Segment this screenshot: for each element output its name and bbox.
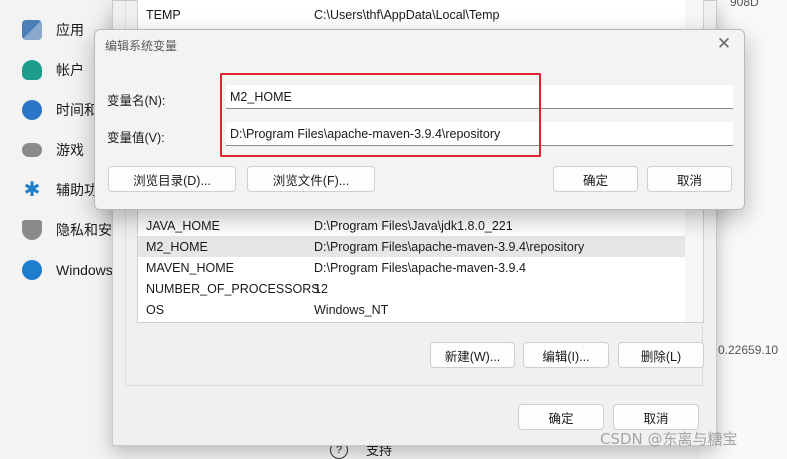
edit-variable-button[interactable]: 编辑(I)...	[523, 342, 609, 368]
accessibility-icon: ✱	[23, 179, 41, 201]
sidebar-item-windows-update[interactable]: Windows	[22, 258, 113, 282]
shield-icon	[22, 220, 42, 240]
sidebar-item-label: Windows	[56, 262, 113, 278]
variable-name: OS	[146, 302, 165, 317]
variable-value: 12	[314, 281, 328, 296]
sidebar-item-label: 时间和	[56, 102, 98, 118]
edit-system-variable-dialog: 编辑系统变量 ✕ 变量名(N): 变量值(V): 浏览目录(D)... 浏览文件…	[94, 29, 745, 210]
account-icon	[22, 60, 42, 80]
variable-value: Windows_NT	[314, 302, 389, 317]
sidebar-item-label: 帐户	[56, 62, 84, 78]
table-row-selected[interactable]: M2_HOME D:\Program Files\apache-maven-3.…	[138, 236, 686, 257]
sidebar-item-accounts[interactable]: 帐户	[22, 58, 84, 82]
variable-name: NUMBER_OF_PROCESSORS	[146, 281, 320, 296]
apps-icon	[22, 20, 42, 40]
variable-name: MAVEN_HOME	[146, 260, 234, 275]
sidebar-item-label: 游戏	[56, 142, 84, 158]
browse-directory-button[interactable]: 浏览目录(D)...	[108, 166, 236, 192]
sidebar-item-accessibility[interactable]: ✱ 辅助功	[22, 178, 98, 202]
sidebar-item-label: 应用	[56, 22, 84, 38]
variable-value-label: 变量值(V):	[107, 131, 165, 145]
table-row[interactable]: JAVA_HOME D:\Program Files\Java\jdk1.8.0…	[138, 215, 686, 236]
delete-variable-button[interactable]: 删除(L)	[618, 342, 704, 368]
os-build-fragment: 0.22659.10	[718, 343, 779, 357]
sidebar-item-gaming[interactable]: 游戏	[22, 138, 84, 162]
edit-cancel-button[interactable]: 取消	[647, 166, 732, 192]
browse-file-button[interactable]: 浏览文件(F)...	[247, 166, 375, 192]
variable-name-input[interactable]	[226, 85, 733, 109]
table-row[interactable]: TEMP C:\Users\thf\AppData\Local\Temp	[138, 4, 686, 25]
variable-value: D:\Program Files\apache-maven-3.9.4\repo…	[314, 239, 585, 254]
table-row[interactable]: NUMBER_OF_PROCESSORS 12	[138, 278, 686, 299]
windows-update-icon	[22, 260, 42, 280]
variable-value: D:\Program Files\Java\jdk1.8.0_221	[314, 218, 513, 233]
table-row[interactable]: OS Windows_NT	[138, 299, 686, 320]
variable-value: D:\Program Files\apache-maven-3.9.4	[314, 260, 526, 275]
device-id-fragment: 908D	[730, 0, 759, 9]
clock-globe-icon	[22, 100, 42, 120]
table-row[interactable]: MAVEN_HOME D:\Program Files\apache-maven…	[138, 257, 686, 278]
sidebar-item-privacy[interactable]: 隐私和安	[22, 218, 112, 242]
variable-name: M2_HOME	[146, 239, 208, 254]
sidebar-item-time-language[interactable]: 时间和	[22, 98, 98, 122]
cancel-button[interactable]: 取消	[613, 404, 699, 430]
sidebar-item-apps[interactable]: 应用	[22, 18, 84, 42]
variable-value: C:\Users\thf\AppData\Local\Temp	[314, 7, 500, 22]
ok-button[interactable]: 确定	[518, 404, 604, 430]
gamepad-icon	[22, 143, 42, 157]
dialog-title: 编辑系统变量	[105, 39, 178, 53]
new-variable-button[interactable]: 新建(W)...	[430, 342, 515, 368]
watermark: CSDN @东离与糖宝	[600, 430, 738, 448]
variable-name: JAVA_HOME	[146, 218, 220, 233]
sidebar-item-label: 辅助功	[56, 182, 98, 198]
variable-value-input[interactable]	[226, 122, 733, 146]
close-icon[interactable]: ✕	[712, 33, 736, 55]
variable-name: TEMP	[146, 7, 181, 22]
sidebar-item-label: 隐私和安	[56, 222, 112, 238]
variable-name-label: 变量名(N):	[107, 94, 166, 108]
edit-ok-button[interactable]: 确定	[553, 166, 638, 192]
